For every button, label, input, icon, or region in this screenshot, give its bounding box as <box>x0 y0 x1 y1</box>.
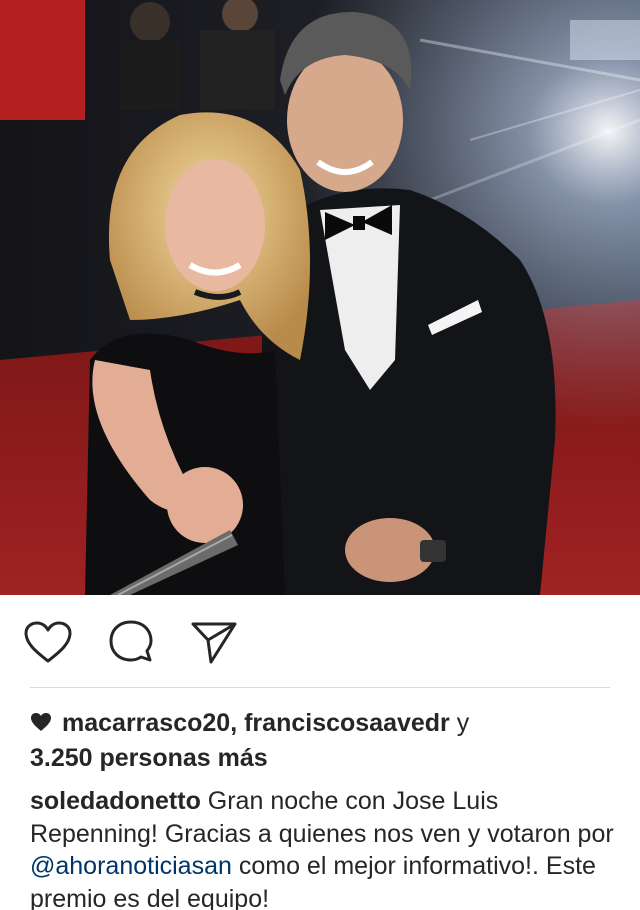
liker-username[interactable]: macarrasco20 <box>62 709 230 737</box>
heart-outline-icon <box>24 621 72 663</box>
caption-username[interactable]: soledadonetto <box>30 787 201 815</box>
liker-username[interactable]: franciscosaavedr <box>244 709 450 737</box>
photo-image <box>0 0 640 595</box>
share-button[interactable] <box>186 617 242 667</box>
instagram-post: macarrasco20, franciscosaavedr y 3.250 pe… <box>0 0 640 910</box>
caption-mention[interactable]: @ahoranoticiasan <box>30 852 232 880</box>
paper-plane-icon <box>191 622 237 664</box>
comment-button[interactable] <box>103 617 159 667</box>
likes-summary: macarrasco20, franciscosaavedr y 3.250 pe… <box>30 706 620 776</box>
likes-separator: , <box>230 709 245 737</box>
comment-bubble-icon <box>109 620 153 662</box>
like-button[interactable] <box>20 617 76 667</box>
post-photo[interactable] <box>0 0 640 595</box>
likes-count[interactable]: 3.250 personas más <box>30 744 268 772</box>
heart-filled-icon <box>31 713 51 731</box>
likes-conjunction: y <box>449 709 470 737</box>
action-bar <box>0 595 640 687</box>
divider <box>30 687 610 688</box>
post-caption: soledadonetto Gran noche con Jose Luis R… <box>30 785 620 910</box>
